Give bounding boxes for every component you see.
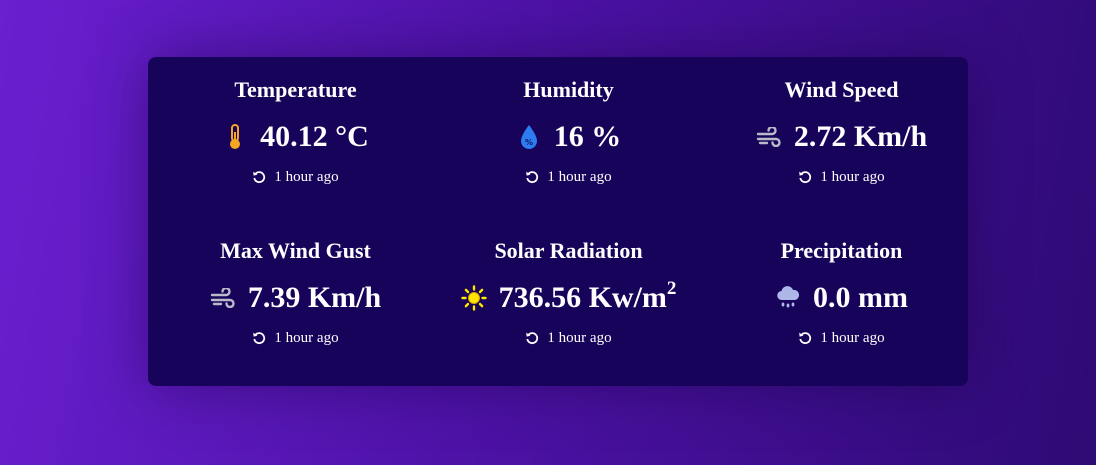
card-value-row: 2.72 Km/h (705, 117, 978, 157)
refresh-icon (252, 331, 266, 345)
last-updated: 1 hour ago (159, 328, 432, 348)
last-updated: 1 hour ago (159, 167, 432, 187)
last-updated-text: 1 hour ago (820, 330, 885, 346)
solar-radiation-value: 736.56 Kw/m2 (498, 278, 677, 316)
card-title: Wind Speed (784, 77, 899, 102)
card-value-row: 736.56 Kw/m2 (432, 278, 705, 318)
card-title: Temperature (234, 77, 357, 102)
refresh-icon (798, 331, 812, 345)
last-updated-text: 1 hour ago (547, 169, 612, 185)
card-value-row: 40.12 °C (159, 117, 432, 157)
card-title: Solar Radiation (494, 238, 643, 263)
water-drop-icon: % (516, 122, 542, 152)
refresh-icon (798, 170, 812, 184)
solar-radiation-number: 736.56 Kw/m (498, 281, 667, 314)
wind-speed-value: 2.72 Km/h (793, 120, 928, 153)
wind-icon (756, 122, 782, 152)
last-updated: 1 hour ago (432, 328, 705, 348)
svg-text:%: % (525, 138, 533, 147)
solar-radiation-card: Solar Radiation 736.56 Kw/m2 1 hour ago (432, 238, 705, 348)
temperature-card: Temperature 40.12 °C 1 hour ago (159, 77, 432, 187)
last-updated: 1 hour ago (432, 167, 705, 187)
humidity-card: Humidity % 16 % 1 hour ago (432, 77, 705, 187)
last-updated: 1 hour ago (705, 328, 978, 348)
card-title: Max Wind Gust (220, 238, 371, 263)
temperature-value: 40.12 °C (260, 120, 369, 153)
last-updated-text: 1 hour ago (547, 330, 612, 346)
wind-icon (210, 283, 236, 313)
unit-exponent: 2 (666, 278, 677, 299)
weather-panel: Temperature 40.12 °C 1 hour ago Humidity (148, 57, 968, 386)
refresh-icon (525, 170, 539, 184)
precipitation-card: Precipitation 0.0 mm 1 hour ago (705, 238, 978, 348)
refresh-icon (525, 331, 539, 345)
max-wind-gust-card: Max Wind Gust 7.39 Km/h 1 hour ago (159, 238, 432, 348)
last-updated-text: 1 hour ago (274, 169, 339, 185)
card-value-row: % 16 % (432, 117, 705, 157)
max-wind-gust-value: 7.39 Km/h (247, 281, 382, 314)
precipitation-value: 0.0 mm (813, 281, 908, 314)
card-title: Humidity (523, 77, 614, 102)
humidity-value: 16 % (553, 120, 622, 153)
card-value-row: 7.39 Km/h (159, 278, 432, 318)
last-updated-text: 1 hour ago (820, 169, 885, 185)
last-updated: 1 hour ago (705, 167, 978, 187)
card-value-row: 0.0 mm (705, 278, 978, 318)
last-updated-text: 1 hour ago (274, 330, 339, 346)
card-title: Precipitation (780, 238, 903, 263)
sun-icon (460, 283, 487, 313)
thermometer-icon (222, 122, 248, 152)
wind-speed-card: Wind Speed 2.72 Km/h 1 hour ago (705, 77, 978, 187)
refresh-icon (252, 170, 266, 184)
cloud-rain-icon (775, 283, 801, 313)
